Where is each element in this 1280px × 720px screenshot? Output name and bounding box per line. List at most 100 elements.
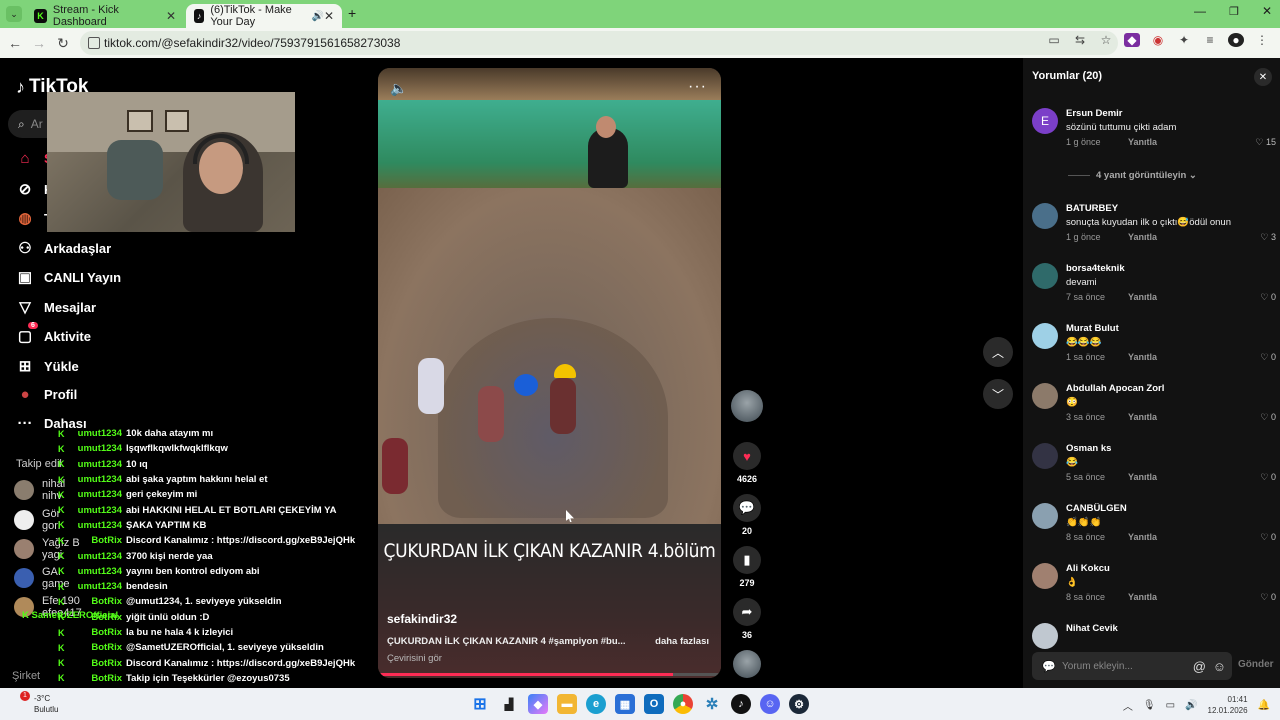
close-tab-icon[interactable]: ✕ — [324, 9, 334, 23]
chat-username[interactable]: umut1234 — [72, 505, 122, 516]
close-tab-icon[interactable]: ✕ — [166, 9, 176, 23]
send-comment-button[interactable]: Gönder — [1238, 659, 1274, 670]
extension-icon[interactable]: ◆ — [1124, 33, 1140, 47]
chat-username[interactable]: umut1234 — [72, 566, 122, 577]
avatar[interactable]: E — [1032, 108, 1058, 134]
avatar[interactable] — [1032, 503, 1058, 529]
next-video-button[interactable]: ﹀ — [983, 379, 1013, 409]
discord-icon[interactable]: ☺ — [760, 694, 780, 714]
reply-button[interactable]: Yanıtla — [1128, 472, 1157, 482]
chat-username[interactable]: umut1234 — [72, 520, 122, 531]
nav-item-messages[interactable]: ▽ Mesajlar — [16, 298, 96, 316]
save-button[interactable]: ▮ 279 — [731, 546, 763, 588]
volume-icon[interactable]: 🔈 — [390, 80, 407, 97]
volume-tray-icon[interactable]: 🔊 — [1185, 700, 1197, 711]
comment-author[interactable]: Murat Bulut — [1066, 323, 1119, 334]
avatar[interactable] — [1032, 623, 1058, 649]
speaker-icon[interactable]: 🔊 — [311, 11, 323, 22]
chat-username[interactable]: BotRix — [72, 627, 122, 638]
restore-icon[interactable]: ❐ — [1229, 5, 1239, 18]
comment-input[interactable]: 💬 Yorum ekleyin... @ ☺ — [1032, 652, 1232, 680]
copilot-icon[interactable]: ◆ — [528, 694, 548, 714]
comment-like-button[interactable]: ♡ 0 — [1260, 472, 1276, 483]
comment-like-button[interactable]: ♡ 0 — [1260, 412, 1276, 423]
profile-avatar-icon[interactable]: ● — [1228, 33, 1244, 47]
avatar[interactable] — [1032, 383, 1058, 409]
reply-button[interactable]: Yanıtla — [1128, 137, 1157, 147]
view-replies-button[interactable]: 4 yanıt görüntüleyin ⌄ — [1068, 170, 1197, 181]
tray-overflow-icon[interactable]: ︿ — [1123, 698, 1133, 713]
close-window-icon[interactable]: ✕ — [1262, 4, 1272, 18]
comment-like-button[interactable]: ♡ 0 — [1260, 532, 1276, 543]
comment-like-button[interactable]: ♡ 0 — [1260, 292, 1276, 303]
reply-button[interactable]: Yanıtla — [1128, 232, 1157, 242]
nav-item-activity[interactable]: ▢ 6 Aktivite — [16, 322, 91, 345]
like-button[interactable]: ♥ 4626 — [731, 442, 763, 484]
video-player[interactable]: 🔈 ··· ÇUKURDAN İLK ÇIKAN KAZANIR 4.bölüm… — [378, 68, 721, 678]
weather-widget[interactable]: 1 -3°C Bulutlu — [12, 691, 58, 715]
tab-list-dropdown-icon[interactable]: ⌄ — [6, 6, 22, 22]
avatar[interactable] — [1032, 443, 1058, 469]
comment-author[interactable]: Nihat Cevik — [1066, 623, 1118, 634]
close-comments-button[interactable]: ✕ — [1254, 68, 1272, 86]
tab-tiktok[interactable]: ♪ (6)TikTok - Make Your Day 🔊 ✕ — [186, 4, 342, 28]
translate-icon[interactable]: ⇆ — [1072, 33, 1088, 47]
see-translation-link[interactable]: Çevirisini gör — [387, 653, 442, 664]
bookmark-star-icon[interactable]: ☆ — [1098, 33, 1114, 47]
video-progress-bar[interactable] — [378, 673, 721, 676]
extensions-puzzle-icon[interactable]: ✦ — [1176, 33, 1192, 47]
tab-kick-dashboard[interactable]: K Stream - Kick Dashboard ✕ — [26, 4, 184, 28]
clock[interactable]: 01:41 12.01.2026 — [1208, 694, 1248, 716]
chrome-menu-icon[interactable]: ⋮ — [1254, 33, 1270, 47]
avatar[interactable] — [1032, 203, 1058, 229]
file-explorer-icon[interactable]: ▬ — [557, 694, 577, 714]
windows-start-icon[interactable]: ⊞ — [470, 694, 490, 714]
chat-username[interactable]: umut1234 — [72, 428, 122, 439]
comment-author[interactable]: CANBÜLGEN — [1066, 503, 1127, 514]
comment-author[interactable]: Osman ks — [1066, 443, 1111, 454]
reply-button[interactable]: Yanıtla — [1128, 412, 1157, 422]
chat-username[interactable]: umut1234 — [72, 581, 122, 592]
video-menu-icon[interactable]: ··· — [688, 78, 707, 96]
shield-extension-icon[interactable]: ◉ — [1150, 33, 1166, 47]
comment-author[interactable]: BATURBEY — [1066, 203, 1118, 214]
show-more-button[interactable]: daha fazlası — [655, 636, 709, 647]
store-icon[interactable]: ▦ — [615, 694, 635, 714]
chat-username[interactable]: umut1234 — [72, 443, 122, 454]
chat-username[interactable]: umut1234 — [72, 489, 122, 500]
reply-button[interactable]: Yanıtla — [1128, 292, 1157, 302]
creator-avatar-button[interactable] — [731, 390, 763, 422]
chat-username[interactable]: BotRix — [72, 642, 122, 653]
address-bar[interactable]: tiktok.com/@sefakindir32/video/759379156… — [80, 31, 1118, 55]
avatar[interactable] — [1032, 263, 1058, 289]
avatar[interactable] — [1032, 563, 1058, 589]
outlook-icon[interactable]: O — [644, 694, 664, 714]
mention-icon[interactable]: @ — [1193, 659, 1206, 674]
reply-button[interactable]: Yanıtla — [1128, 532, 1157, 542]
chat-username[interactable]: umut1234 — [72, 551, 122, 562]
vpn-app-icon[interactable]: ✲ — [702, 694, 722, 714]
chat-username[interactable]: BotRix — [72, 673, 122, 684]
forward-icon[interactable]: → — [27, 35, 51, 51]
site-info-icon[interactable] — [88, 37, 100, 49]
microphone-icon[interactable]: 🎙 — [1143, 700, 1156, 711]
comment-author[interactable]: Ersun Demir — [1066, 108, 1123, 119]
reading-list-icon[interactable]: ≡ — [1202, 33, 1218, 47]
nav-item-upload[interactable]: ⊞ Yükle — [16, 357, 79, 375]
comment-button[interactable]: 💬 20 — [731, 494, 763, 536]
new-tab-icon[interactable]: + — [348, 5, 356, 21]
nav-item-friends[interactable]: ⚇ Arkadaşlar — [16, 239, 111, 257]
notification-bell-icon[interactable]: 🔔 — [1258, 700, 1270, 711]
comment-author[interactable]: borsa4teknik — [1066, 263, 1125, 274]
edge-icon[interactable]: e — [586, 694, 606, 714]
task-view-icon[interactable]: ▟ — [499, 694, 519, 714]
comment-like-button[interactable]: ♡ 0 — [1260, 592, 1276, 603]
comment-like-button[interactable]: ♡ 15 — [1255, 137, 1276, 148]
comment-like-button[interactable]: ♡ 0 — [1260, 352, 1276, 363]
back-icon[interactable]: ← — [3, 35, 27, 51]
previous-video-button[interactable]: ︿ — [983, 337, 1013, 367]
chrome-icon[interactable]: ● — [673, 694, 693, 714]
comment-like-button[interactable]: ♡ 3 — [1260, 232, 1276, 243]
avatar[interactable] — [1032, 323, 1058, 349]
reload-icon[interactable]: ↻ — [51, 35, 75, 52]
